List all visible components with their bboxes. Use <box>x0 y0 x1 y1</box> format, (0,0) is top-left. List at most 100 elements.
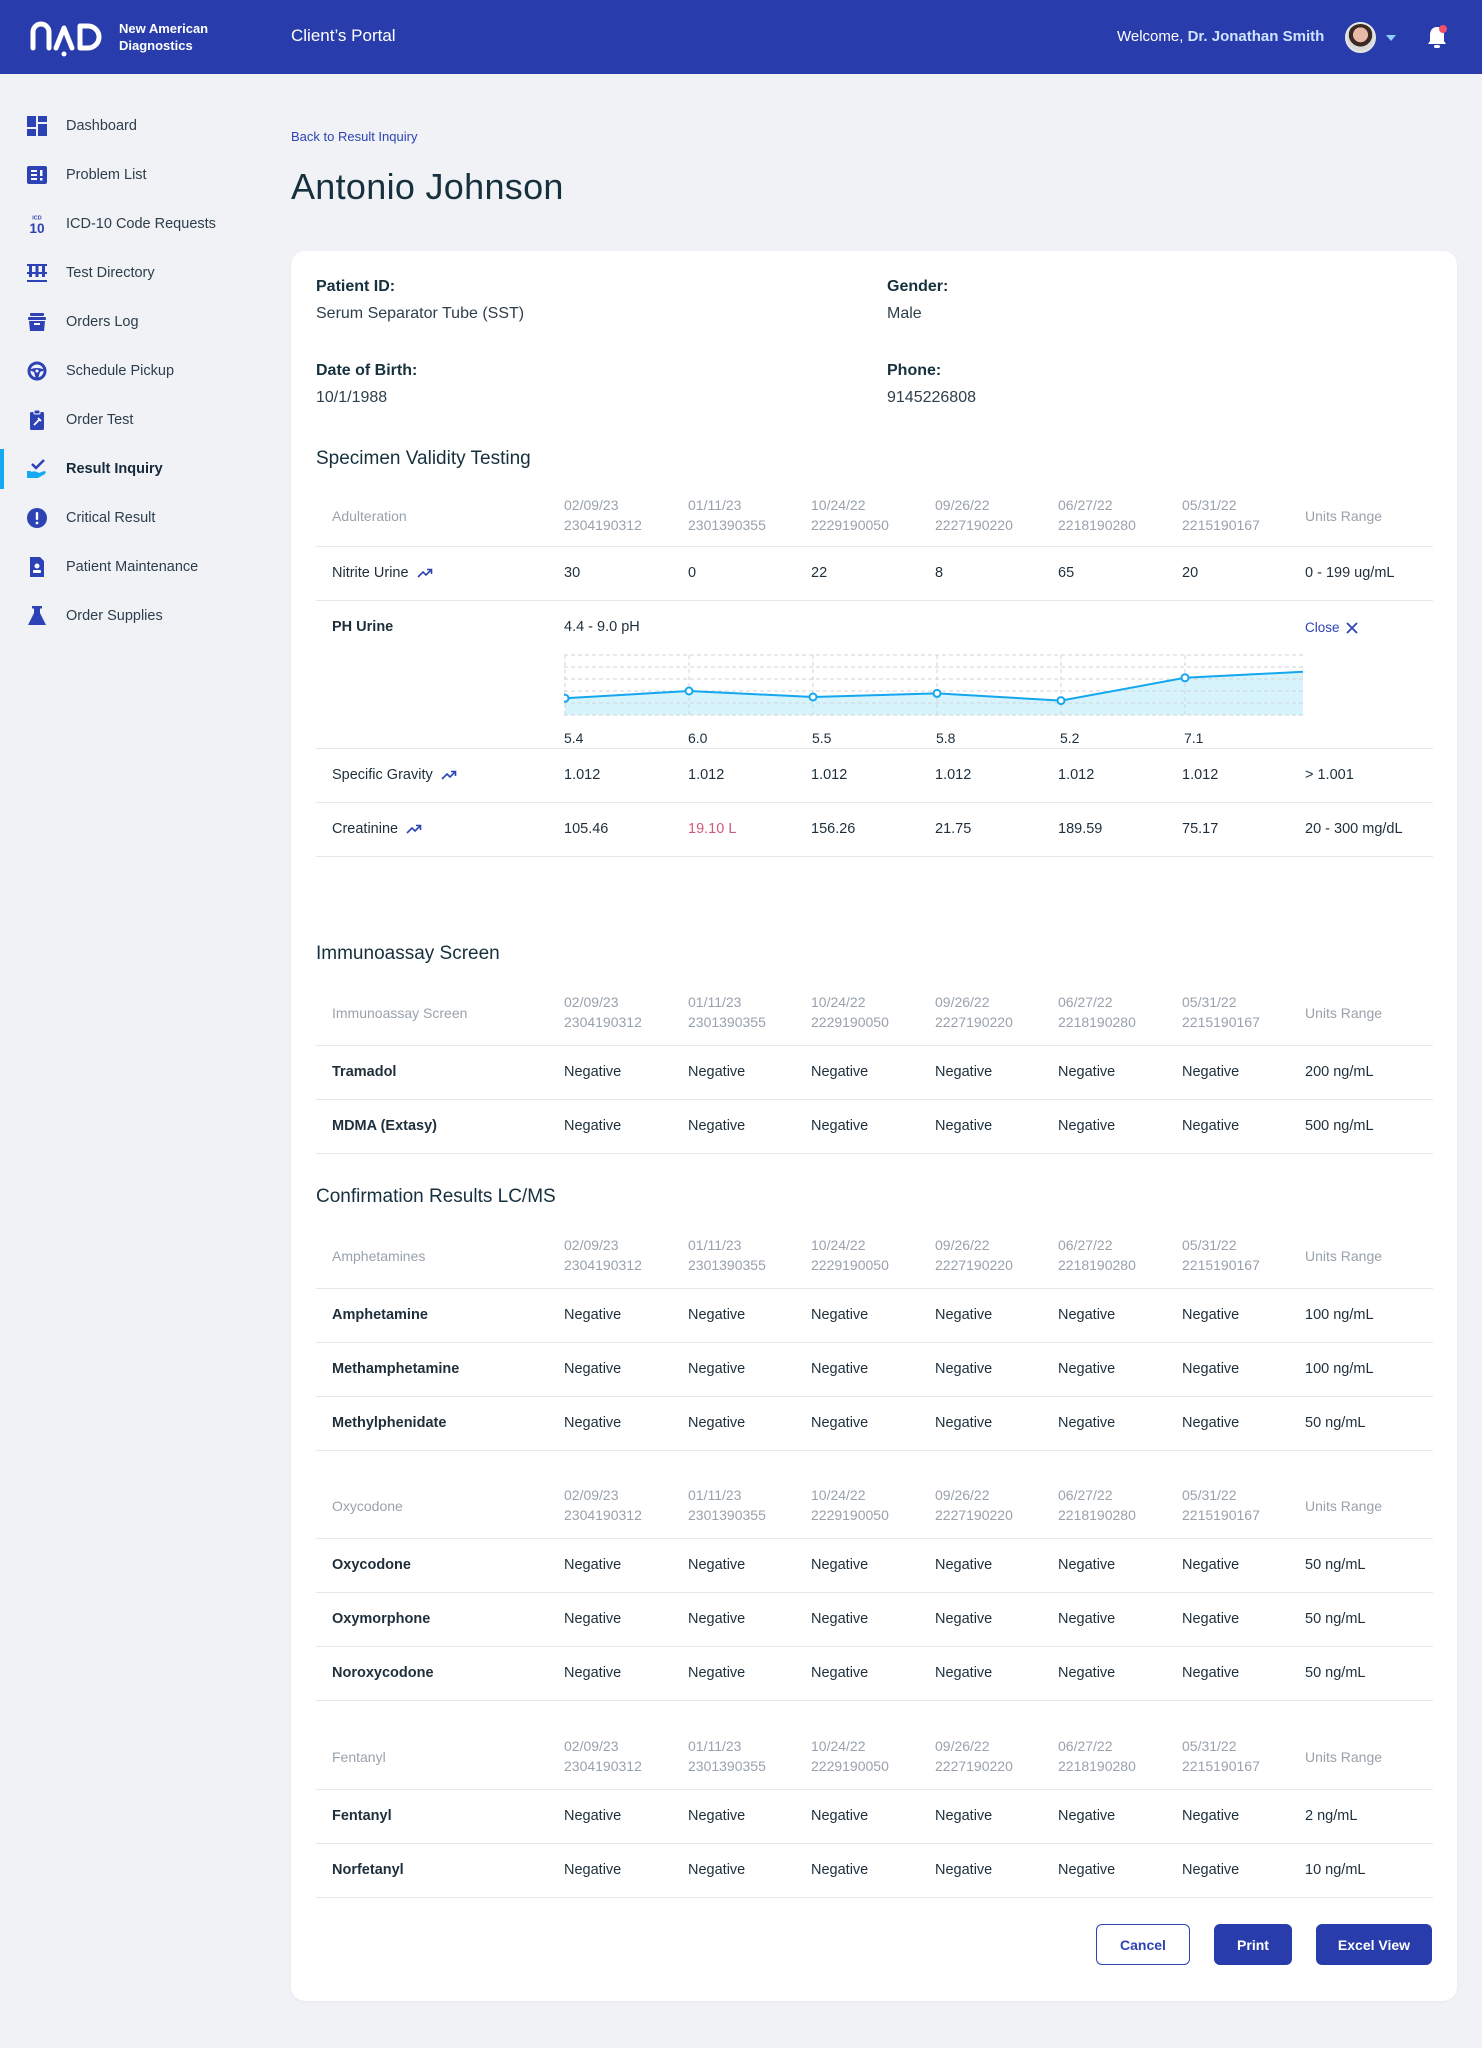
sidebar-item-problem-list[interactable]: Problem List <box>0 153 270 197</box>
sidebar-item-order-test[interactable]: Order Test <box>0 398 270 442</box>
test-name-label: Nitrite Urine <box>332 565 409 581</box>
result-value: 189.59 <box>1058 821 1103 837</box>
table-row-noroxycodone: Noroxycodone Negative Negative Negative Nega… <box>316 1647 1433 1701</box>
test-name: Fentanyl <box>332 1808 392 1824</box>
group-header-label: Immunoassay Screen <box>332 1005 468 1021</box>
dashboard-icon <box>27 116 47 136</box>
user-menu-chevron-down-icon[interactable] <box>1386 35 1396 41</box>
column-accession-id: 2215190167 <box>1182 517 1260 533</box>
result-value: Negative <box>811 1665 869 1681</box>
column-date: 06/27/22 <box>1058 1487 1113 1503</box>
notification-badge <box>1439 25 1447 33</box>
result-value: 1.012 <box>1182 767 1219 783</box>
column-accession-id: 2229190050 <box>811 1758 889 1774</box>
sidebar-item-test-directory[interactable]: Test Directory <box>0 251 270 295</box>
result-value: Negative <box>1182 1665 1240 1681</box>
group-header-label: Amphetamines <box>332 1248 426 1264</box>
column-accession-id: 2304190312 <box>564 1758 642 1774</box>
table-row-tramadol: Tramadol Negative Negative Negative Negative… <box>316 1046 1433 1100</box>
units-range-value: > 1.001 <box>1305 767 1354 783</box>
print-button[interactable]: Print <box>1214 1924 1292 1965</box>
column-date: 09/26/22 <box>935 1487 990 1503</box>
brand-name: New American Diagnostics <box>119 20 208 54</box>
test-name: MDMA (Extasy) <box>332 1118 437 1134</box>
result-value: Negative <box>811 1808 869 1824</box>
chart-value-label: 5.5 <box>812 730 832 746</box>
sidebar-item-icd10-code-requests[interactable]: ICD 10 ICD-10 Code Requests <box>0 202 270 246</box>
sidebar-item-dashboard[interactable]: Dashboard <box>0 104 270 148</box>
column-header-date-id: 10/24/22 2229190050 <box>811 992 889 1032</box>
table-row-norfetanyl: Norfetanyl Negative Negative Negative Negati… <box>316 1844 1433 1898</box>
column-accession-id: 2227190220 <box>935 1257 1013 1273</box>
result-value: Negative <box>1058 1665 1116 1681</box>
units-range-header: Units Range <box>1305 1749 1383 1765</box>
column-accession-id: 2301390355 <box>688 1507 766 1523</box>
table-row-creatinine: Creatinine 105.46 19.10 L 156.26 21.75 189.59… <box>316 803 1433 857</box>
test-name-link[interactable]: Creatinine <box>332 821 422 837</box>
close-label: Close <box>1305 620 1340 635</box>
notification-bell-icon[interactable] <box>1426 24 1448 50</box>
section-title-immunoassay: Immunoassay Screen <box>316 943 500 964</box>
sidebar-item-patient-maintenance[interactable]: Patient Maintenance <box>0 545 270 589</box>
sidebar-item-critical-result[interactable]: Critical Result <box>0 496 270 540</box>
sidebar-item-schedule-pickup[interactable]: Schedule Pickup <box>0 349 270 393</box>
close-icon <box>1345 622 1358 635</box>
column-accession-id: 2215190167 <box>1182 1758 1260 1774</box>
units-range-value: 200 ng/mL <box>1305 1064 1374 1080</box>
column-header-date-id: 09/26/22 2227190220 <box>935 1235 1013 1275</box>
column-date: 02/09/23 <box>564 497 619 513</box>
test-name-label: Fentanyl <box>332 1808 392 1824</box>
sidebar-item-label: Patient Maintenance <box>66 559 199 575</box>
table-header-row: Fentanyl 02/09/23 2304190312 01/11/23 230139… <box>316 1724 1433 1790</box>
phone-label: Phone: <box>887 362 942 379</box>
result-value: Negative <box>811 1557 869 1573</box>
result-value: 1.012 <box>811 767 848 783</box>
units-range-value: 500 ng/mL <box>1305 1118 1374 1134</box>
back-to-result-inquiry-link[interactable]: Back to Result Inquiry <box>291 129 417 144</box>
result-value: Negative <box>811 1862 869 1878</box>
section-title-confirmation: Confirmation Results LC/MS <box>316 1186 556 1207</box>
top-bar: New American Diagnostics Client’s Portal… <box>0 0 1482 74</box>
sidebar-item-order-supplies[interactable]: Order Supplies <box>0 594 270 638</box>
result-value: Negative <box>935 1307 993 1323</box>
test-name: Methamphetamine <box>332 1361 459 1377</box>
result-value: Negative <box>564 1862 622 1878</box>
close-chart-button[interactable]: Close <box>1305 620 1358 635</box>
column-header-date-id: 02/09/23 2304190312 <box>564 1485 642 1525</box>
table-header-row: Adulteration 02/09/23 2304190312 01/11/23 23… <box>316 485 1433 547</box>
result-value: Negative <box>811 1611 869 1627</box>
excel-view-button[interactable]: Excel View <box>1316 1924 1432 1965</box>
column-date: 05/31/22 <box>1182 1487 1237 1503</box>
avatar[interactable] <box>1345 22 1376 53</box>
patient-id-value: Serum Separator Tube (SST) <box>316 305 525 322</box>
test-name-label: Methylphenidate <box>332 1415 447 1431</box>
problem-list-icon <box>27 166 47 184</box>
chart-value-label: 5.4 <box>564 730 584 746</box>
column-accession-id: 2215190167 <box>1182 1257 1260 1273</box>
units-range-header: Units Range <box>1305 1248 1383 1264</box>
trend-chart-icon[interactable] <box>406 824 422 834</box>
column-date: 02/09/23 <box>564 994 619 1010</box>
column-accession-id: 2229190050 <box>811 1257 889 1273</box>
test-name-link[interactable]: Nitrite Urine <box>332 565 433 581</box>
page-title: Antonio Johnson <box>291 166 564 207</box>
chart-data-point <box>1056 696 1066 706</box>
test-name-link[interactable]: Specific Gravity <box>332 767 457 783</box>
result-value: Negative <box>564 1611 622 1627</box>
chart-data-point <box>932 688 942 698</box>
result-value: Negative <box>1058 1862 1116 1878</box>
sidebar-item-result-inquiry[interactable]: Result Inquiry <box>0 447 270 491</box>
table-row-methylphenidate: Methylphenidate Negative Negative Negative N… <box>316 1397 1433 1451</box>
result-value: 1.012 <box>935 767 972 783</box>
trend-chart-icon[interactable] <box>441 770 457 780</box>
result-value: Negative <box>935 1361 993 1377</box>
trend-chart-icon[interactable] <box>416 568 433 578</box>
sidebar-item-orders-log[interactable]: Orders Log <box>0 300 270 344</box>
units-range-value: 20 - 300 mg/dL <box>1305 821 1403 837</box>
result-value: Negative <box>935 1808 993 1824</box>
cancel-button[interactable]: Cancel <box>1096 1924 1190 1965</box>
table-row-ph-urine-expanded: PH Urine 4.4 - 9.0 pH Close 5.4 6.0 5.5 5.8… <box>316 601 1433 749</box>
table-row-oxycodone: Oxycodone Negative Negative Negative Negativ… <box>316 1539 1433 1593</box>
table-header-row: Amphetamines 02/09/23 2304190312 01/11/23 23… <box>316 1223 1433 1289</box>
column-date: 01/11/23 <box>688 1487 742 1503</box>
